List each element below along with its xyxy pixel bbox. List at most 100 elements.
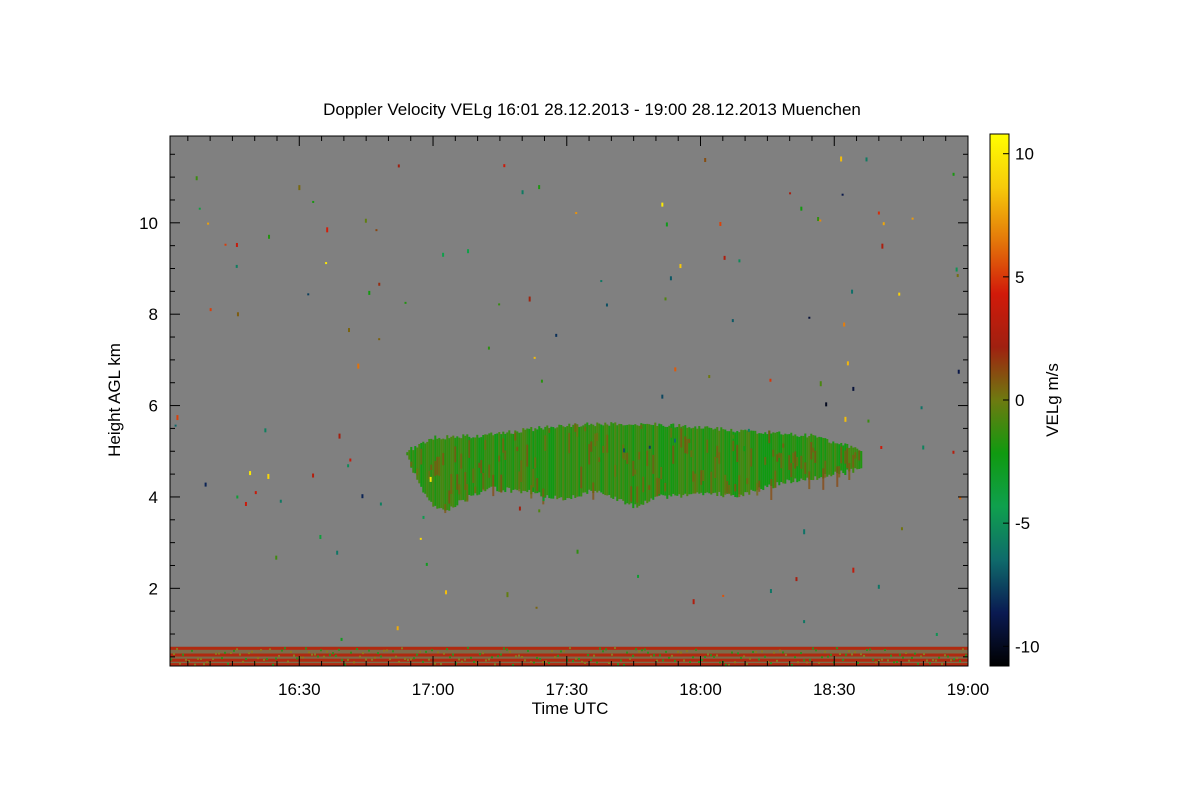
noise-speck — [935, 659, 937, 662]
noise-speck — [836, 647, 838, 650]
speckle — [880, 446, 883, 450]
cloud-strip — [578, 426, 581, 497]
cloud-streak — [658, 478, 661, 495]
cloud-strip — [408, 450, 411, 460]
speckle — [738, 259, 741, 263]
cloud-streak — [502, 438, 505, 453]
cloud-streak — [480, 459, 483, 474]
cloud-streak — [584, 426, 587, 432]
noise-speck — [479, 653, 481, 656]
cloud-streak — [670, 427, 673, 438]
noise-speck — [488, 658, 490, 661]
cloud-strip — [784, 433, 787, 484]
cloud-strip — [702, 428, 705, 496]
speckle — [264, 428, 267, 433]
speckle — [325, 262, 328, 265]
cloud-streak — [812, 447, 815, 453]
cloud-strip — [806, 437, 809, 478]
noise-speck — [611, 653, 613, 656]
speckle — [174, 424, 177, 427]
cloud-streak — [482, 472, 485, 491]
noise-speck — [416, 653, 418, 656]
cloud-strip — [622, 425, 625, 501]
cloud-strip — [548, 428, 551, 499]
cloud-streak — [436, 456, 439, 475]
speckle — [669, 276, 672, 281]
noise-speck — [419, 650, 421, 653]
cloud-strip — [590, 423, 593, 491]
speckle — [425, 562, 428, 566]
cloud-strip — [616, 425, 619, 502]
noise-speck — [323, 655, 325, 658]
noise-speck — [431, 649, 433, 652]
noise-speck — [482, 652, 484, 655]
noise-speck — [839, 653, 841, 656]
speckle — [254, 491, 257, 495]
noise-speck — [410, 658, 412, 661]
cloud-streak — [536, 478, 539, 492]
speckle — [803, 529, 806, 535]
noise-speck — [485, 659, 487, 662]
speckle — [267, 473, 270, 479]
cloud-strip — [600, 424, 603, 493]
noise-speck — [230, 652, 232, 655]
noise-speck — [401, 647, 403, 650]
cloud-streak — [652, 454, 655, 474]
noise-speck — [497, 655, 499, 658]
speckle — [576, 549, 579, 554]
speckle — [665, 222, 668, 227]
noise-speck — [746, 663, 748, 666]
noise-speck — [365, 658, 367, 661]
speckle — [898, 292, 901, 296]
cloud-streak — [780, 453, 783, 469]
noise-speck — [605, 648, 607, 651]
speckle — [732, 434, 735, 439]
cloud-strip — [682, 425, 685, 496]
cloud-streak — [640, 424, 643, 429]
noise-speck — [896, 660, 898, 663]
speckle — [840, 156, 843, 162]
speckle — [957, 369, 960, 374]
noise-speck — [434, 662, 436, 665]
noise-speck — [470, 656, 472, 659]
speckle — [378, 338, 381, 341]
noise-speck — [713, 655, 715, 658]
speckle — [236, 312, 239, 317]
noise-speck — [644, 648, 646, 651]
noise-speck — [314, 653, 316, 656]
noise-speck — [887, 659, 889, 662]
cloud-streak — [756, 483, 759, 496]
cloud-strip — [684, 425, 687, 494]
speckle — [518, 506, 521, 511]
noise-speck — [218, 652, 220, 655]
noise-speck — [563, 650, 565, 653]
cloud-strip — [716, 427, 719, 497]
noise-speck — [944, 654, 946, 657]
plot-area — [170, 136, 968, 667]
noise-speck — [449, 656, 451, 659]
cloud-streak — [746, 478, 749, 485]
cloud-streak — [664, 482, 667, 492]
cloud-strip — [706, 426, 709, 493]
noise-speck — [638, 650, 640, 653]
noise-speck — [965, 654, 967, 657]
cloud-strip — [460, 438, 463, 501]
cloud-strip — [650, 424, 653, 499]
cloud-strip — [530, 427, 533, 495]
noise-speck — [239, 653, 241, 656]
cloud-strip — [422, 441, 425, 493]
cloud-streak — [532, 468, 535, 488]
noise-speck — [917, 662, 919, 665]
cloud-streak — [716, 445, 719, 458]
cloud-strip — [474, 437, 477, 494]
cloud-strip — [612, 423, 615, 499]
noise-speck — [446, 648, 448, 651]
x-tick-label: 19:00 — [947, 680, 990, 699]
cloud-streak — [656, 477, 659, 497]
noise-speck — [905, 652, 907, 655]
noise-speck — [392, 650, 394, 653]
plot-background — [170, 136, 968, 666]
speckle — [336, 550, 339, 555]
speckle — [503, 164, 506, 168]
cloud-strip — [654, 422, 657, 497]
